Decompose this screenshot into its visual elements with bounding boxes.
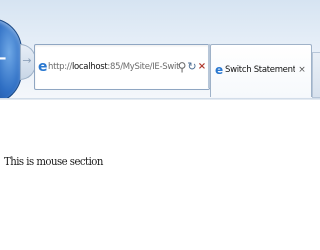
- refresh-icon[interactable]: ↻: [187, 58, 197, 76]
- tab-ie-logo-icon: e: [215, 63, 224, 77]
- tab-close-icon[interactable]: ×: [297, 62, 307, 78]
- tab-switch-statement[interactable]: e Switch Statement ×: [210, 44, 312, 97]
- url-host: localhost: [71, 62, 108, 72]
- stop-icon[interactable]: ×: [197, 58, 207, 76]
- url-prefix: http://: [48, 62, 72, 72]
- browser-toolbar: ← → e http://localhost:85/MySite/IE-Swit…: [0, 0, 320, 104]
- search-icon[interactable]: ⚲: [177, 58, 187, 76]
- ie-logo-icon: e: [38, 59, 48, 75]
- forward-arrow-icon: →: [22, 54, 32, 67]
- back-arrow-icon: ←: [0, 49, 7, 69]
- page-content: This is mouse section: [0, 100, 320, 250]
- body-text: This is mouse section: [4, 154, 103, 168]
- tab-title: Switch Statement: [225, 65, 295, 75]
- address-bar[interactable]: e http://localhost:85/MySite/IE-Switch.p…: [34, 44, 210, 90]
- new-tab-button[interactable]: [312, 52, 320, 98]
- browser-window: ← → e http://localhost:85/MySite/IE-Swit…: [0, 0, 320, 250]
- url-path: :85/MySite/IE-Switch.php: [107, 62, 180, 72]
- back-button[interactable]: ←: [0, 18, 22, 104]
- url-field[interactable]: http://localhost:85/MySite/IE-Switch.php: [48, 59, 180, 75]
